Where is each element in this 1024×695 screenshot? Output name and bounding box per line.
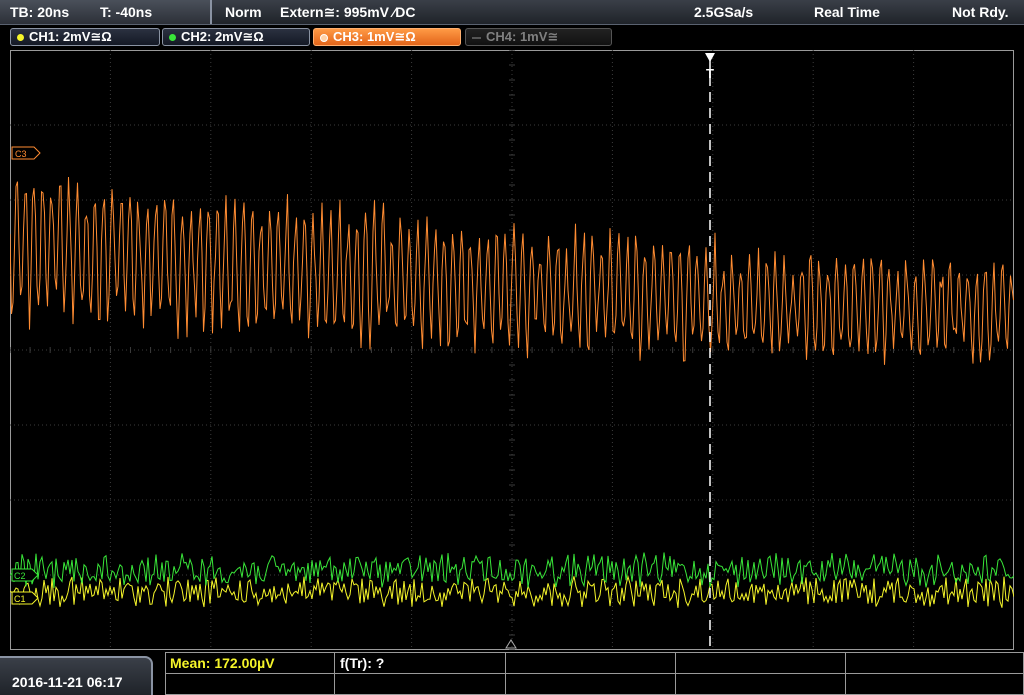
waveform-svg: T C3 C2 C1 [9, 49, 1015, 651]
trigger-mode[interactable]: Norm [225, 4, 262, 20]
measurement-bar: 2016-11-21 06:17 Mean: 172.00µV f(Tr): ? [0, 652, 1024, 695]
channel-1-label: CH1: 2mV≅Ω [29, 29, 112, 44]
channel-2-marker-label: C2 [14, 571, 26, 581]
channel-1-marker-label: C1 [14, 594, 26, 604]
channel-1-dot-icon [17, 34, 24, 42]
channel-3-button[interactable]: CH3: 1mV≅Ω [313, 28, 461, 46]
channel-3-label: CH3: 1mV≅Ω [333, 29, 416, 44]
channel-4-label: CH4: 1mV≅ [486, 29, 559, 44]
channel-3-marker-label: C3 [15, 149, 27, 159]
channel-2-button[interactable]: CH2: 2mV≅Ω [162, 28, 310, 46]
status-text: Not Rdy. [952, 4, 1009, 20]
top-status-bar: TB: 20ns T: -40ns Norm Extern≅: 995mV ⁄D… [0, 0, 1024, 25]
channel-1-offset-marker[interactable]: C1 [11, 591, 39, 605]
datetime-label: 2016-11-21 06:17 [12, 674, 123, 690]
trigger-time-label: T: -40ns [100, 4, 153, 20]
mean-measurement[interactable]: Mean: 172.00µV [170, 655, 275, 671]
datetime-box: 2016-11-21 06:17 [0, 656, 153, 695]
timebase-box[interactable]: TB: 20ns T: -40ns [0, 0, 212, 24]
channel-2-label: CH2: 2mV≅Ω [181, 29, 264, 44]
channel-4-dot-icon [472, 36, 481, 39]
channel-3-dot-icon [320, 33, 328, 42]
trigger-marker-label: T [706, 66, 714, 81]
measurement-table [165, 652, 1024, 695]
channel-3-offset-marker[interactable]: C3 [11, 146, 41, 160]
timebase-label: TB: 20ns [10, 4, 70, 20]
sample-rate[interactable]: 2.5GSa/s [694, 4, 753, 20]
trigger-source[interactable]: Extern≅: 995mV ⁄DC [280, 4, 415, 21]
channel-bar: CH1: 2mV≅Ω CH2: 2mV≅Ω CH3: 1mV≅Ω CH4: 1m… [0, 25, 1024, 49]
channel-2-dot-icon [169, 34, 176, 42]
frequency-measurement[interactable]: f(Tr): ? [340, 655, 384, 671]
acquisition-mode[interactable]: Real Time [814, 4, 880, 20]
channel-1-button[interactable]: CH1: 2mV≅Ω [10, 28, 160, 46]
channel-4-button[interactable]: CH4: 1mV≅ [465, 28, 612, 46]
channel-2-offset-marker[interactable]: C2 [11, 568, 39, 582]
waveform-display[interactable]: T C3 C2 C1 [9, 49, 1015, 651]
